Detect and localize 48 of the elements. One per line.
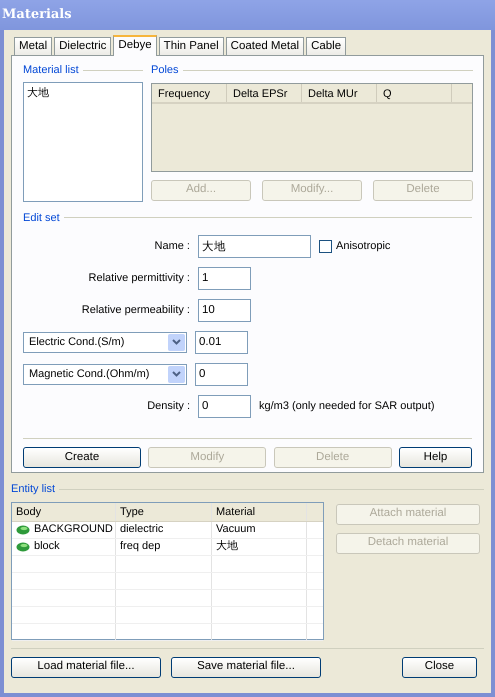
button[interactable]: Help — [398, 447, 472, 468]
tab[interactable]: Cable — [306, 37, 346, 55]
tab[interactable]: Debye — [113, 35, 157, 56]
group-title: Poles — [151, 63, 179, 78]
group-title: Material list — [23, 63, 79, 78]
tab[interactable]: Dielectric — [54, 37, 112, 55]
table-cell-text: Vacuum — [216, 522, 256, 538]
unit-dropdown[interactable]: Magnetic Cond.(Ohm/m) — [23, 364, 187, 384]
column-header: Material — [212, 502, 307, 520]
table-cell-text: freq dep — [120, 539, 160, 554]
tab[interactable]: Metal — [14, 37, 52, 55]
button[interactable]: Load material file... — [11, 656, 161, 678]
body-icon — [16, 542, 30, 552]
body-icon — [16, 524, 30, 534]
field-label: Density : — [146, 398, 191, 414]
field-label: Relative permeability : — [80, 302, 191, 318]
field-label: Relative permittivity : — [88, 270, 191, 286]
input-field[interactable]: 0.01 — [195, 330, 248, 354]
column-header: Q — [377, 84, 452, 102]
tab[interactable]: Coated Metal — [226, 37, 304, 55]
checkbox[interactable] — [319, 240, 332, 252]
column-header: Type — [116, 502, 212, 520]
name-field[interactable]: 大地 — [198, 234, 311, 258]
group-title: Edit set — [23, 210, 60, 226]
button[interactable]: Create — [23, 447, 141, 468]
column-header: Delta EPSr — [227, 84, 302, 102]
input-field[interactable]: 0 — [195, 362, 248, 386]
table-cell-text: 大地 — [216, 539, 238, 554]
unit-note: kg/m3 (only needed for SAR output) — [259, 398, 434, 414]
table-cell-text: dielectric — [120, 522, 164, 538]
input-field[interactable]: 10 — [198, 298, 251, 322]
checkbox-label: Anisotropic — [336, 238, 390, 254]
button[interactable]: Close — [402, 656, 477, 678]
unit-dropdown[interactable]: Electric Cond.(S/m) — [23, 332, 187, 352]
input-field[interactable]: 0 — [198, 394, 251, 418]
material-list[interactable]: 大地 — [23, 82, 143, 202]
tab[interactable]: Thin Panel — [158, 37, 224, 55]
table-cell-text: BACKGROUND — [34, 522, 113, 538]
column-header: Frequency — [152, 84, 227, 102]
column-header: Body — [12, 502, 116, 520]
group-title: Entity list — [11, 482, 56, 497]
field-label: Name : — [154, 238, 191, 254]
input-field[interactable]: 1 — [198, 266, 251, 290]
window-title: Materials — [2, 6, 72, 24]
table-cell-text: block — [34, 539, 60, 554]
button[interactable]: Save material file... — [171, 656, 321, 678]
column-header: Delta MUr — [302, 84, 377, 102]
list-item[interactable]: 大地 — [27, 84, 139, 101]
